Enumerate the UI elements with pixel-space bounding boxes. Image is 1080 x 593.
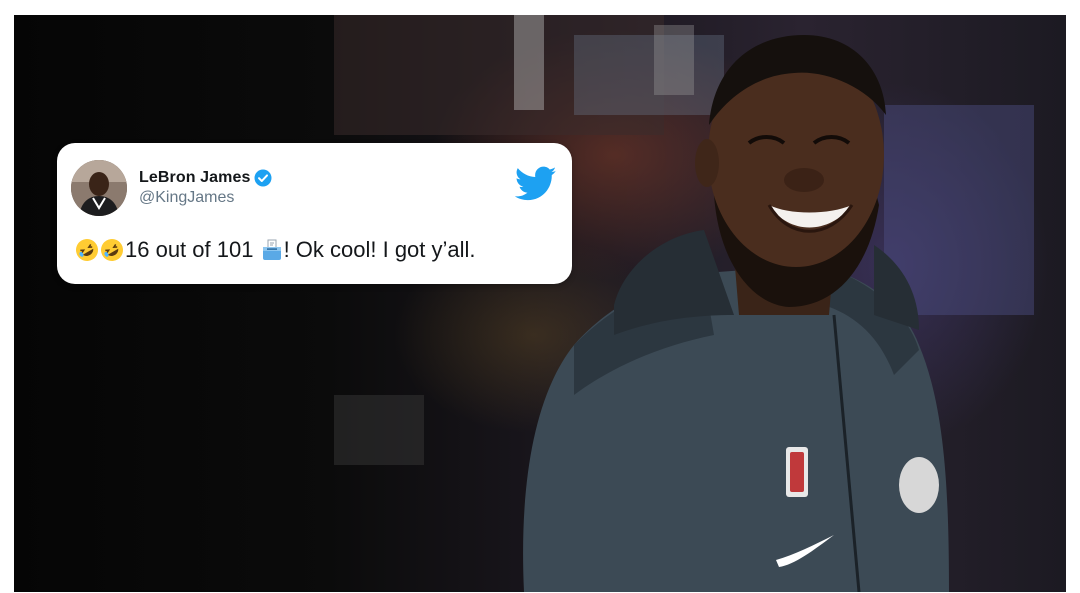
tweet-text-part-1: 16 out of 101 [125,237,260,262]
avatar[interactable] [71,160,127,216]
display-name[interactable]: LeBron James [139,169,250,187]
name-row: LeBron James [139,167,272,189]
tweet-text: 16 out of 101 ! Ok cool! I got y’all. [75,237,562,263]
tweet-card[interactable]: LeBron James @KingJames 16 out of 101 ! … [57,143,572,284]
user-handle[interactable]: @KingJames [139,189,234,207]
background-photo [14,15,1066,592]
twitter-bird-icon [514,166,557,202]
verified-badge-icon [254,169,272,187]
avatar-image [71,160,127,216]
player-photo-illustration [334,15,1034,592]
rolling-on-floor-laughing-icon [100,238,124,262]
tweet-text-part-2: ! Ok cool! I got y’all. [283,237,476,262]
voting-box-icon [260,238,284,262]
image-frame: LeBron James @KingJames 16 out of 101 ! … [0,0,1080,593]
rolling-on-floor-laughing-icon [75,238,99,262]
